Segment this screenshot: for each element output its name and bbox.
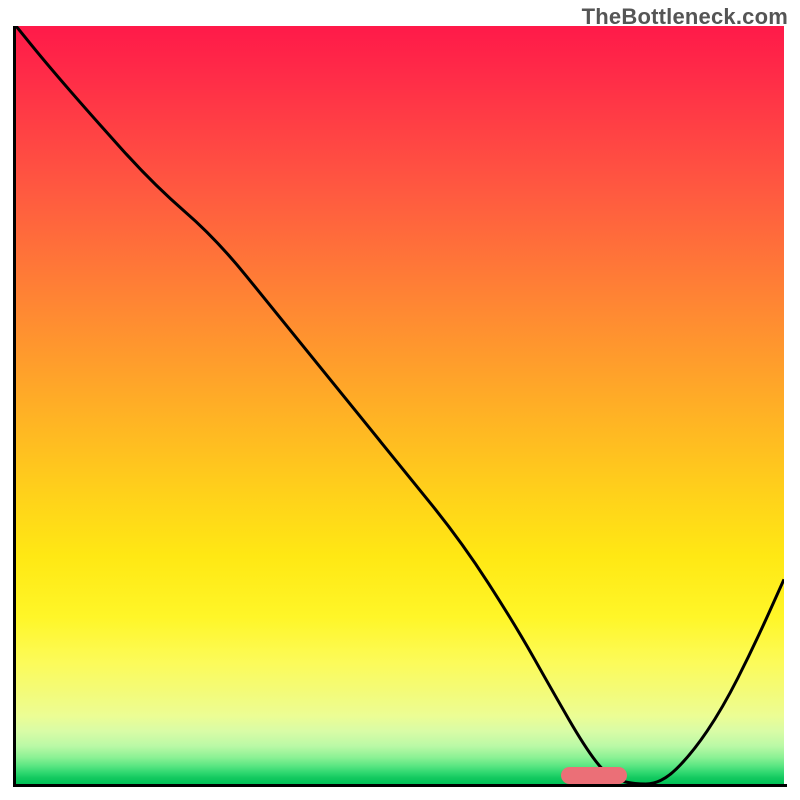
plot-area [16,26,784,784]
watermark-text: TheBottleneck.com [582,4,788,30]
bottleneck-curve [16,26,784,784]
optimum-marker [561,767,626,784]
curve-path [16,26,784,784]
bottleneck-chart: TheBottleneck.com [0,0,800,800]
